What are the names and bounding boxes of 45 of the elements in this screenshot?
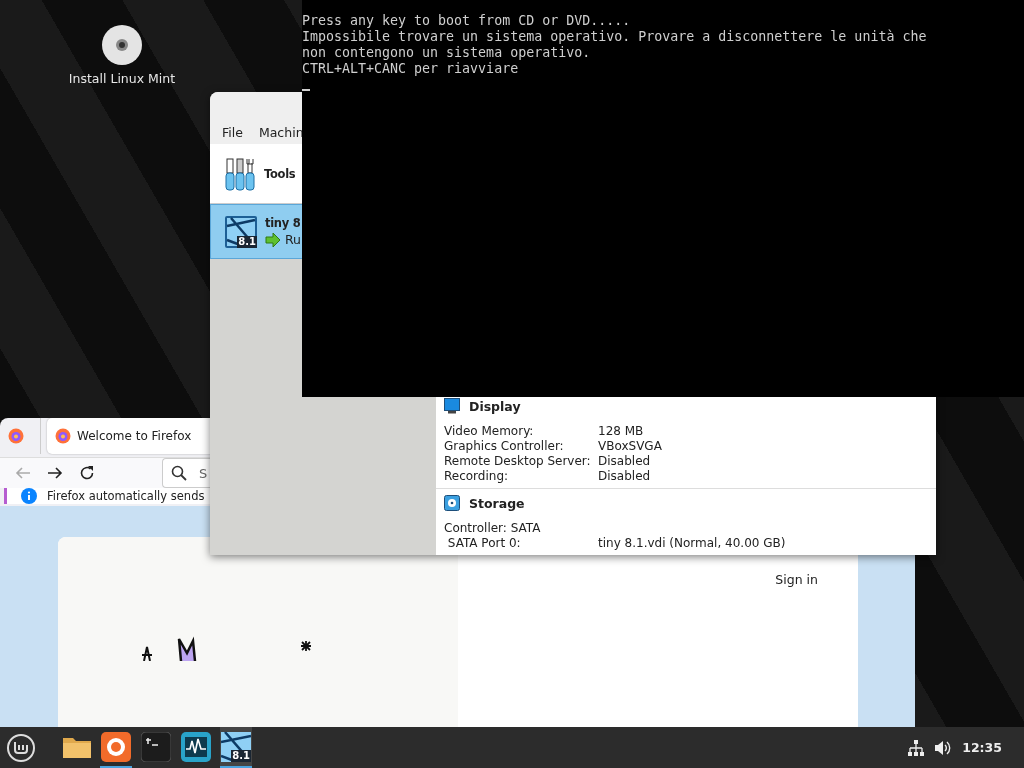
machine-list-item[interactable]: Tools (210, 144, 302, 204)
sign-in-link[interactable]: Sign in (775, 572, 818, 590)
browser-tab[interactable]: Welcome to Firefox (47, 418, 211, 454)
menu-item[interactable]: File (222, 124, 243, 140)
arrow-icon (265, 232, 281, 247)
search-field[interactable]: S (162, 458, 210, 488)
reload-icon[interactable] (78, 464, 96, 482)
monitor-icon (444, 398, 460, 414)
menu-item[interactable]: Machin (258, 124, 304, 140)
disc-icon[interactable] (101, 24, 143, 66)
terminal-icon (141, 731, 171, 762)
section-title: Display (469, 398, 521, 414)
console-text: Impossibile trovare un sistema operativo. Provare a disconnettere le unità che (302, 29, 928, 45)
console-text: Press any key to boot from CD or DVD..... (302, 13, 632, 29)
machine-name: Tools (264, 166, 296, 181)
search-icon (171, 465, 187, 481)
detail-label: Video Memory: (444, 424, 535, 439)
detail-value: tiny 8.1.vdi (Normal, 40.00 GB) (598, 536, 786, 551)
taskbar-button[interactable]: 8.1 (220, 727, 252, 768)
icon-label[interactable]: Install Linux Mint (68, 71, 176, 86)
detail-value: 128 MB (598, 424, 644, 439)
detail-label: Graphics Controller: (444, 439, 565, 454)
notification-text: Firefox automatically sends (47, 489, 205, 503)
detail-label: Controller: SATA (444, 521, 541, 536)
volume-icon[interactable] (934, 739, 953, 756)
tools-icon (224, 156, 256, 191)
firefox-icon (55, 428, 71, 444)
detail-value: VBoxSVGA (598, 439, 662, 454)
detail-label: Remote Desktop Server: (444, 454, 592, 469)
machine-name: tiny 8 (265, 216, 302, 230)
system-monitor-icon (181, 731, 211, 762)
detail-value: Disabled (598, 469, 651, 484)
detail-label: SATA Port 0: (446, 536, 522, 551)
menu-icon[interactable] (6, 732, 36, 763)
console-text: non contengono un sistema operativo. (302, 45, 592, 61)
section-title: Storage (469, 495, 525, 511)
detail-label: Recording: (444, 469, 510, 484)
firefox-view-icon[interactable] (8, 428, 24, 444)
machine-state: Ru (285, 232, 302, 247)
machine-list-item[interactable]: 8.1 tiny 8 Ru (210, 204, 302, 259)
detail-value: Disabled (598, 454, 651, 469)
clock[interactable]: 12:35 (962, 740, 1002, 755)
console-text: CTRL+ALT+CANC per riavviare (302, 61, 520, 77)
network-icon[interactable] (908, 739, 925, 756)
firefox-icon (101, 731, 131, 762)
